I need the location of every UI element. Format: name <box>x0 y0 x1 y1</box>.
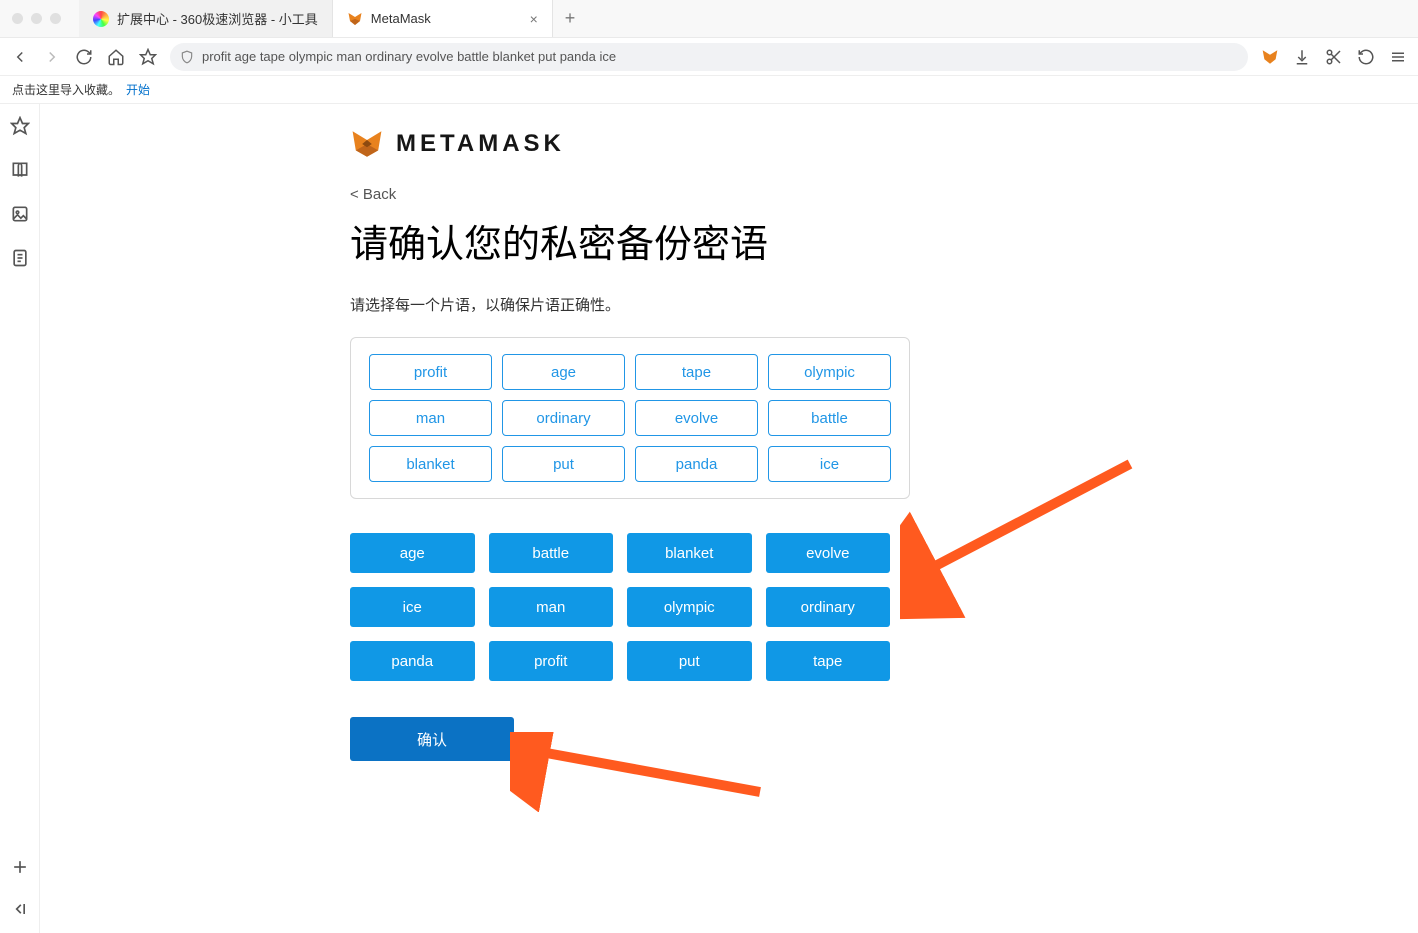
reading-list-icon[interactable] <box>10 160 30 180</box>
word-pool: age battle blanket evolve ice man olympi… <box>350 533 890 681</box>
reload-button[interactable] <box>74 47 94 67</box>
tab-favicon-icon <box>93 11 109 27</box>
address-text: profit age tape olympic man ordinary evo… <box>202 49 616 64</box>
pool-word-button[interactable]: battle <box>489 533 614 573</box>
gallery-icon[interactable] <box>10 204 30 224</box>
seed-chip[interactable]: profit <box>369 354 492 390</box>
seed-chip[interactable]: evolve <box>635 400 758 436</box>
seed-chip[interactable]: man <box>369 400 492 436</box>
pool-word-button[interactable]: evolve <box>766 533 891 573</box>
minimize-window-button[interactable] <box>31 13 42 24</box>
tab-strip: 扩展中心 - 360极速浏览器 - 小工具 MetaMask × + <box>79 0 587 37</box>
new-tab-button[interactable]: + <box>553 0 588 37</box>
page-title: 请确认您的私密备份密语 <box>350 213 910 268</box>
back-button[interactable] <box>10 47 30 67</box>
add-panel-icon[interactable] <box>10 857 30 877</box>
collapse-sidebar-icon[interactable] <box>10 899 30 919</box>
pool-word-button[interactable]: blanket <box>627 533 752 573</box>
seed-chip[interactable]: age <box>502 354 625 390</box>
confirm-button[interactable]: 确认 <box>350 717 514 761</box>
home-button[interactable] <box>106 47 126 67</box>
pool-word-button[interactable]: ordinary <box>766 587 891 627</box>
pool-word-button[interactable]: ice <box>350 587 475 627</box>
extension-metamask-icon[interactable] <box>1260 47 1280 67</box>
brand-text: METAMASK <box>396 130 565 158</box>
seed-chip[interactable]: olympic <box>768 354 891 390</box>
close-tab-icon[interactable]: × <box>530 11 538 27</box>
metamask-logo: METAMASK <box>350 128 910 160</box>
forward-button[interactable] <box>42 47 62 67</box>
notes-icon[interactable] <box>10 248 30 268</box>
site-identity-icon <box>180 50 194 64</box>
fox-icon <box>350 128 384 160</box>
download-button[interactable] <box>1292 47 1312 67</box>
pool-word-button[interactable]: put <box>627 641 752 681</box>
window-controls <box>0 13 61 24</box>
selected-seed-words-box: profit age tape olympic man ordinary evo… <box>350 337 910 499</box>
seed-chip[interactable]: tape <box>635 354 758 390</box>
seed-chip[interactable]: ice <box>768 446 891 482</box>
seed-chip[interactable]: panda <box>635 446 758 482</box>
pool-word-button[interactable]: panda <box>350 641 475 681</box>
pool-word-button[interactable]: profit <box>489 641 614 681</box>
browser-toolbar: profit age tape olympic man ordinary evo… <box>0 38 1418 76</box>
window-title-bar: 扩展中心 - 360极速浏览器 - 小工具 MetaMask × + <box>0 0 1418 38</box>
bookmark-import-bar: 点击这里导入收藏。 开始 <box>0 76 1418 104</box>
pool-word-button[interactable]: man <box>489 587 614 627</box>
seed-chip[interactable]: blanket <box>369 446 492 482</box>
pool-word-button[interactable]: olympic <box>627 587 752 627</box>
tab-metamask[interactable]: MetaMask × <box>333 0 553 37</box>
annotation-arrow-icon <box>900 454 1140 684</box>
page-content: METAMASK < Back 请确认您的私密备份密语 请选择每一个片语，以确保… <box>40 104 1418 933</box>
browser-sidebar <box>0 104 40 933</box>
seed-chip[interactable]: put <box>502 446 625 482</box>
seed-chip[interactable]: battle <box>768 400 891 436</box>
page-subtitle: 请选择每一个片语，以确保片语正确性。 <box>350 294 910 315</box>
bookmark-button[interactable] <box>138 47 158 67</box>
pool-word-button[interactable]: age <box>350 533 475 573</box>
scissors-icon[interactable] <box>1324 47 1344 67</box>
favorites-icon[interactable] <box>10 116 30 136</box>
address-bar[interactable]: profit age tape olympic man ordinary evo… <box>170 43 1248 71</box>
import-hint-text: 点击这里导入收藏。 <box>12 81 120 98</box>
tab-favicon-icon <box>347 11 363 27</box>
seed-chip[interactable]: ordinary <box>502 400 625 436</box>
maximize-window-button[interactable] <box>50 13 61 24</box>
tab-title: 扩展中心 - 360极速浏览器 - 小工具 <box>117 9 318 28</box>
close-window-button[interactable] <box>12 13 23 24</box>
back-link[interactable]: < Back <box>350 186 910 203</box>
menu-button[interactable] <box>1388 47 1408 67</box>
import-start-link[interactable]: 开始 <box>126 81 150 98</box>
tab-extension-center[interactable]: 扩展中心 - 360极速浏览器 - 小工具 <box>79 0 333 37</box>
undo-icon[interactable] <box>1356 47 1376 67</box>
tab-title: MetaMask <box>371 11 516 26</box>
pool-word-button[interactable]: tape <box>766 641 891 681</box>
